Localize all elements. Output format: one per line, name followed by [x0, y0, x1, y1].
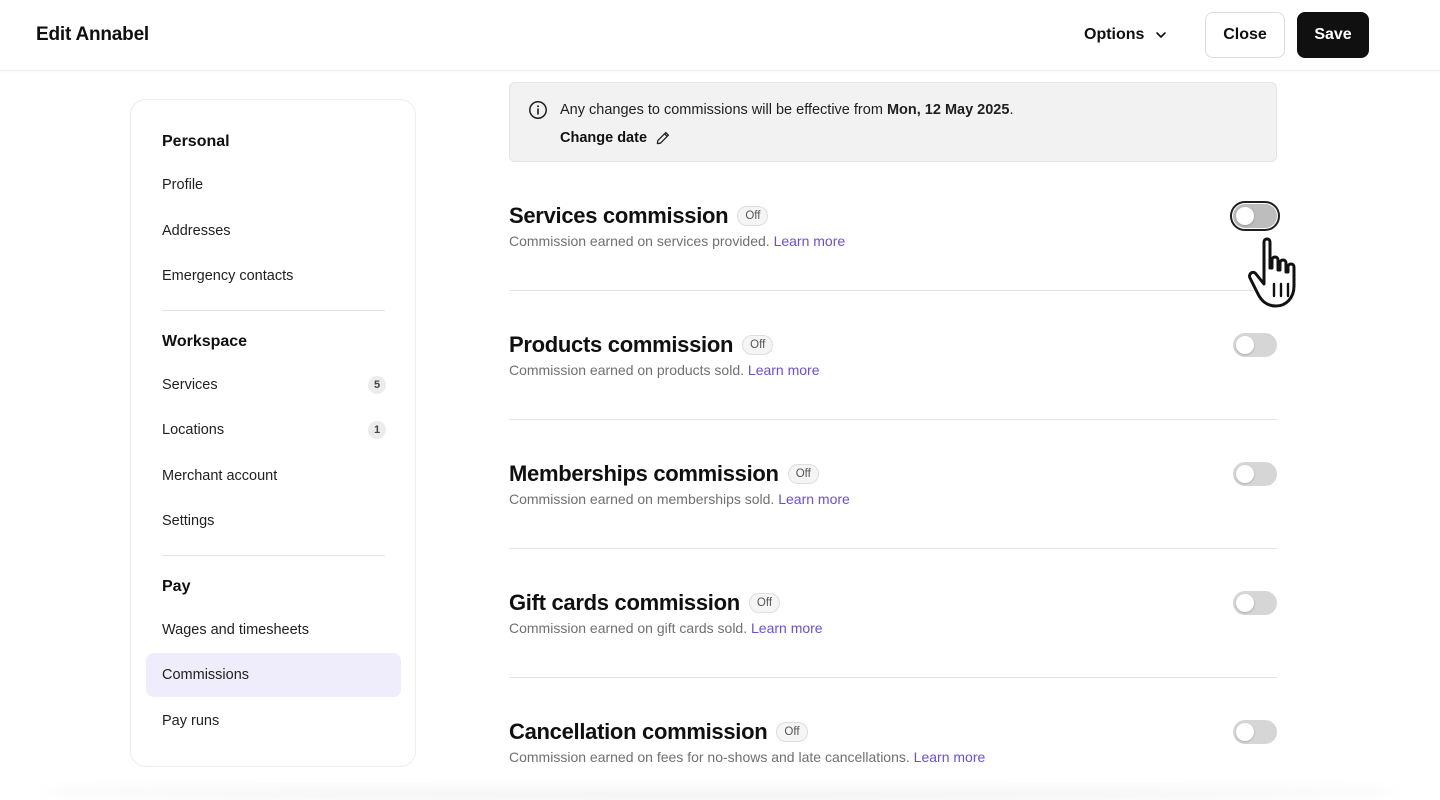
gift-cards-commission-row: Gift cards commission Off Commission earn… — [509, 590, 1277, 636]
memberships-commission-toggle[interactable] — [1233, 462, 1277, 486]
row-divider — [509, 677, 1277, 678]
sidebar-item-emergency-contacts[interactable]: Emergency contacts — [146, 254, 401, 298]
cancellation-commission-row: Cancellation commission Off Commission ea… — [509, 719, 1277, 765]
effective-date-banner: Any changes to commissions will be effec… — [509, 82, 1277, 162]
row-divider — [509, 419, 1277, 420]
memberships-commission-row: Memberships commission Off Commission ear… — [509, 461, 1277, 507]
learn-more-link[interactable]: Learn more — [774, 233, 846, 249]
change-date-link[interactable]: Change date — [560, 130, 671, 146]
row-divider — [509, 548, 1277, 549]
info-icon — [529, 101, 547, 119]
status-badge: Off — [742, 335, 774, 355]
toggle-knob — [1236, 207, 1254, 225]
toggle-knob — [1236, 594, 1254, 612]
banner-message-suffix: . — [1009, 102, 1014, 118]
products-commission-toggle[interactable] — [1233, 333, 1277, 357]
options-dropdown[interactable]: Options — [1070, 12, 1182, 58]
sidebar-item-label: Emergency contacts — [162, 268, 294, 284]
sidebar-item-pay-runs[interactable]: Pay runs — [146, 699, 401, 743]
learn-more-link[interactable]: Learn more — [778, 491, 850, 507]
toggle-knob — [1236, 723, 1254, 741]
bottom-shadow — [40, 784, 1400, 800]
toggle-knob — [1236, 336, 1254, 354]
services-commission-row: Services commission Off Commission earned… — [509, 203, 1277, 249]
sidebar-item-addresses[interactable]: Addresses — [146, 209, 401, 253]
sidebar-divider — [162, 310, 385, 311]
banner-message-text: Any changes to commissions will be effec… — [560, 102, 887, 118]
sidebar-divider — [162, 555, 385, 556]
commission-description: Commission earned on gift cards sold. — [509, 620, 748, 636]
sidebar-item-label: Profile — [162, 177, 204, 193]
status-badge: Off — [787, 464, 819, 484]
chevron-down-icon — [1156, 32, 1167, 38]
sidebar-item-label: Addresses — [162, 223, 231, 239]
cancellation-commission-toggle[interactable] — [1233, 720, 1277, 744]
count-badge: 1 — [368, 421, 386, 439]
section-title-pay: Pay — [162, 578, 191, 595]
status-badge: Off — [737, 206, 769, 226]
products-commission-row: Products commission Off Commission earned… — [509, 332, 1277, 378]
commission-name: Products commission — [509, 332, 734, 357]
status-badge: Off — [748, 593, 781, 613]
commission-description: Commission earned on fees for no-shows a… — [509, 749, 910, 765]
learn-more-link[interactable]: Learn more — [748, 362, 820, 378]
effective-date: Mon, 12 May 2025 — [886, 102, 1010, 118]
sidebar-item-label: Wages and timesheets — [162, 622, 309, 638]
commission-name: Memberships commission — [509, 461, 779, 486]
sidebar-item-label: Pay runs — [162, 713, 220, 729]
count-badge: 5 — [368, 376, 386, 394]
sidebar-item-services[interactable]: Services 5 — [146, 363, 401, 407]
banner-message: Any changes to commissions will be effec… — [560, 102, 1013, 118]
sidebar-item-label: Locations — [162, 422, 225, 438]
commission-description: Commission earned on services provided. — [509, 233, 770, 249]
commission-description: Commission earned on memberships sold. — [509, 491, 775, 507]
sidebar-item-label: Services — [162, 377, 218, 393]
learn-more-link[interactable]: Learn more — [914, 749, 986, 765]
sidebar-item-locations[interactable]: Locations 1 — [146, 408, 401, 452]
options-label: Options — [1084, 26, 1145, 43]
sidebar-item-commissions[interactable]: Commissions — [146, 653, 401, 697]
status-badge: Off — [776, 722, 808, 742]
commission-description: Commission earned on products sold. — [509, 362, 745, 378]
sidebar-item-profile[interactable]: Profile — [146, 163, 401, 207]
change-date-label: Change date — [560, 130, 648, 146]
pencil-icon — [656, 131, 670, 145]
commission-name: Cancellation commission — [509, 719, 768, 744]
commission-name: Services commission — [509, 203, 729, 228]
commission-name: Gift cards commission — [509, 590, 740, 615]
sidebar-item-label: Commissions — [162, 667, 250, 683]
close-button[interactable]: Close — [1205, 12, 1285, 58]
sidebar-item-wages-and-timesheets[interactable]: Wages and timesheets — [146, 608, 401, 652]
section-title-workspace: Workspace — [162, 333, 248, 350]
sidebar-item-label: Merchant account — [162, 468, 278, 484]
settings-sidebar: Personal Profile Addresses Emergency con… — [130, 99, 416, 767]
row-divider — [509, 290, 1277, 291]
learn-more-link[interactable]: Learn more — [751, 620, 823, 636]
toggle-knob — [1236, 465, 1254, 483]
section-title-personal: Personal — [162, 133, 230, 150]
sidebar-item-merchant-account[interactable]: Merchant account — [146, 454, 401, 498]
services-commission-toggle[interactable] — [1230, 201, 1280, 231]
top-bar: Edit Annabel Options Close Save — [0, 0, 1440, 71]
sidebar-item-settings[interactable]: Settings — [146, 499, 401, 543]
gift-cards-commission-toggle[interactable] — [1233, 591, 1277, 615]
page-title: Edit Annabel — [36, 24, 150, 45]
sidebar-item-label: Settings — [162, 513, 215, 529]
save-button[interactable]: Save — [1297, 12, 1369, 58]
